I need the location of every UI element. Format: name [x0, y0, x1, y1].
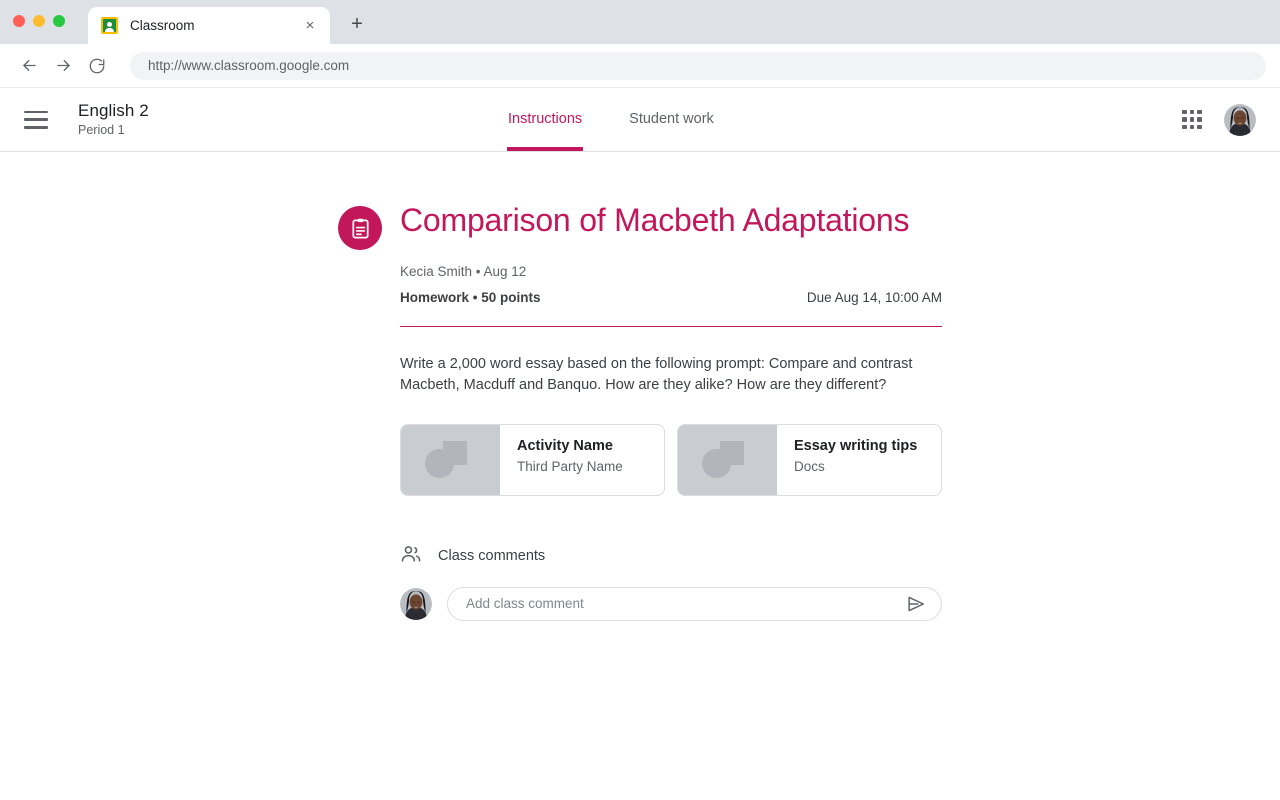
send-icon[interactable]: [904, 592, 928, 616]
browser-chrome: Classroom × +: [0, 0, 1280, 44]
browser-toolbar: http://www.classroom.google.com: [0, 44, 1280, 88]
header-actions: [1182, 103, 1256, 136]
attachment-subtitle: Third Party Name: [517, 458, 623, 474]
avatar[interactable]: [400, 587, 432, 620]
minimize-window-button[interactable]: [33, 15, 45, 27]
maximize-window-button[interactable]: [53, 15, 65, 27]
assignment-meta-row: Homework • 50 points Due Aug 14, 10:00 A…: [400, 290, 942, 305]
app-header: English 2 Period 1 Instructions Student …: [0, 88, 1280, 152]
image-placeholder-icon: [678, 424, 777, 495]
window-controls: [13, 15, 65, 27]
assignment-clipboard-icon: [338, 206, 382, 250]
attachment-card-body: Activity Name Third Party Name: [500, 425, 623, 495]
tab-instructions[interactable]: Instructions: [506, 87, 584, 151]
reload-icon[interactable]: [82, 51, 112, 81]
class-comments-section: Class comments Add class comment: [400, 543, 942, 621]
assignment-due-date: Due Aug 14, 10:00 AM: [806, 290, 942, 306]
attachment-title: Essay writing tips: [794, 437, 918, 454]
new-tab-button[interactable]: +: [344, 11, 370, 37]
attachment-list: Activity Name Third Party Name Essay wri…: [400, 423, 942, 496]
close-icon[interactable]: ×: [300, 16, 320, 36]
app-tabs: Instructions Student work: [506, 87, 714, 151]
attachment-title: Activity Name: [517, 437, 613, 454]
course-name: English 2: [78, 101, 149, 121]
people-icon: [400, 543, 422, 570]
add-comment-field[interactable]: Add class comment: [447, 586, 942, 621]
address-bar[interactable]: http://www.classroom.google.com: [130, 51, 1266, 80]
url-text: http://www.classroom.google.com: [148, 58, 350, 73]
classroom-favicon: [101, 17, 118, 34]
forward-icon[interactable]: [48, 51, 78, 81]
course-info: English 2 Period 1: [78, 100, 149, 139]
hamburger-icon[interactable]: [24, 110, 48, 129]
comment-placeholder: Add class comment: [466, 596, 584, 612]
assignment-page: Comparison of Macbeth Adaptations Kecia …: [0, 152, 1280, 621]
attachment-card[interactable]: Activity Name Third Party Name: [400, 423, 665, 496]
image-placeholder-icon: [401, 424, 500, 495]
divider: [400, 326, 942, 328]
course-section: Period 1: [78, 123, 125, 138]
tab-title: Classroom: [130, 18, 195, 33]
avatar[interactable]: [1224, 103, 1256, 136]
page-title: Comparison of Macbeth Adaptations: [400, 202, 910, 238]
assignment-type-points: Homework • 50 points: [400, 290, 541, 306]
attachment-card[interactable]: Essay writing tips Docs: [677, 423, 942, 496]
class-comments-label: Class comments: [438, 548, 546, 565]
apps-grid-icon[interactable]: [1182, 109, 1202, 130]
add-comment-row: Add class comment: [400, 586, 942, 621]
attachment-card-body: Essay writing tips Docs: [777, 425, 917, 495]
attachment-subtitle: Docs: [794, 458, 825, 474]
class-comments-header: Class comments: [400, 543, 942, 570]
back-icon[interactable]: [14, 51, 44, 81]
assignment-content: Comparison of Macbeth Adaptations Kecia …: [338, 201, 942, 621]
close-window-button[interactable]: [13, 15, 25, 27]
tab-student-work[interactable]: Student work: [629, 87, 714, 151]
browser-tab[interactable]: Classroom ×: [88, 7, 330, 44]
assignment-author-line: Kecia Smith • Aug 12: [400, 264, 527, 280]
assignment-description: Write a 2,000 word essay based on the fo…: [400, 356, 913, 393]
